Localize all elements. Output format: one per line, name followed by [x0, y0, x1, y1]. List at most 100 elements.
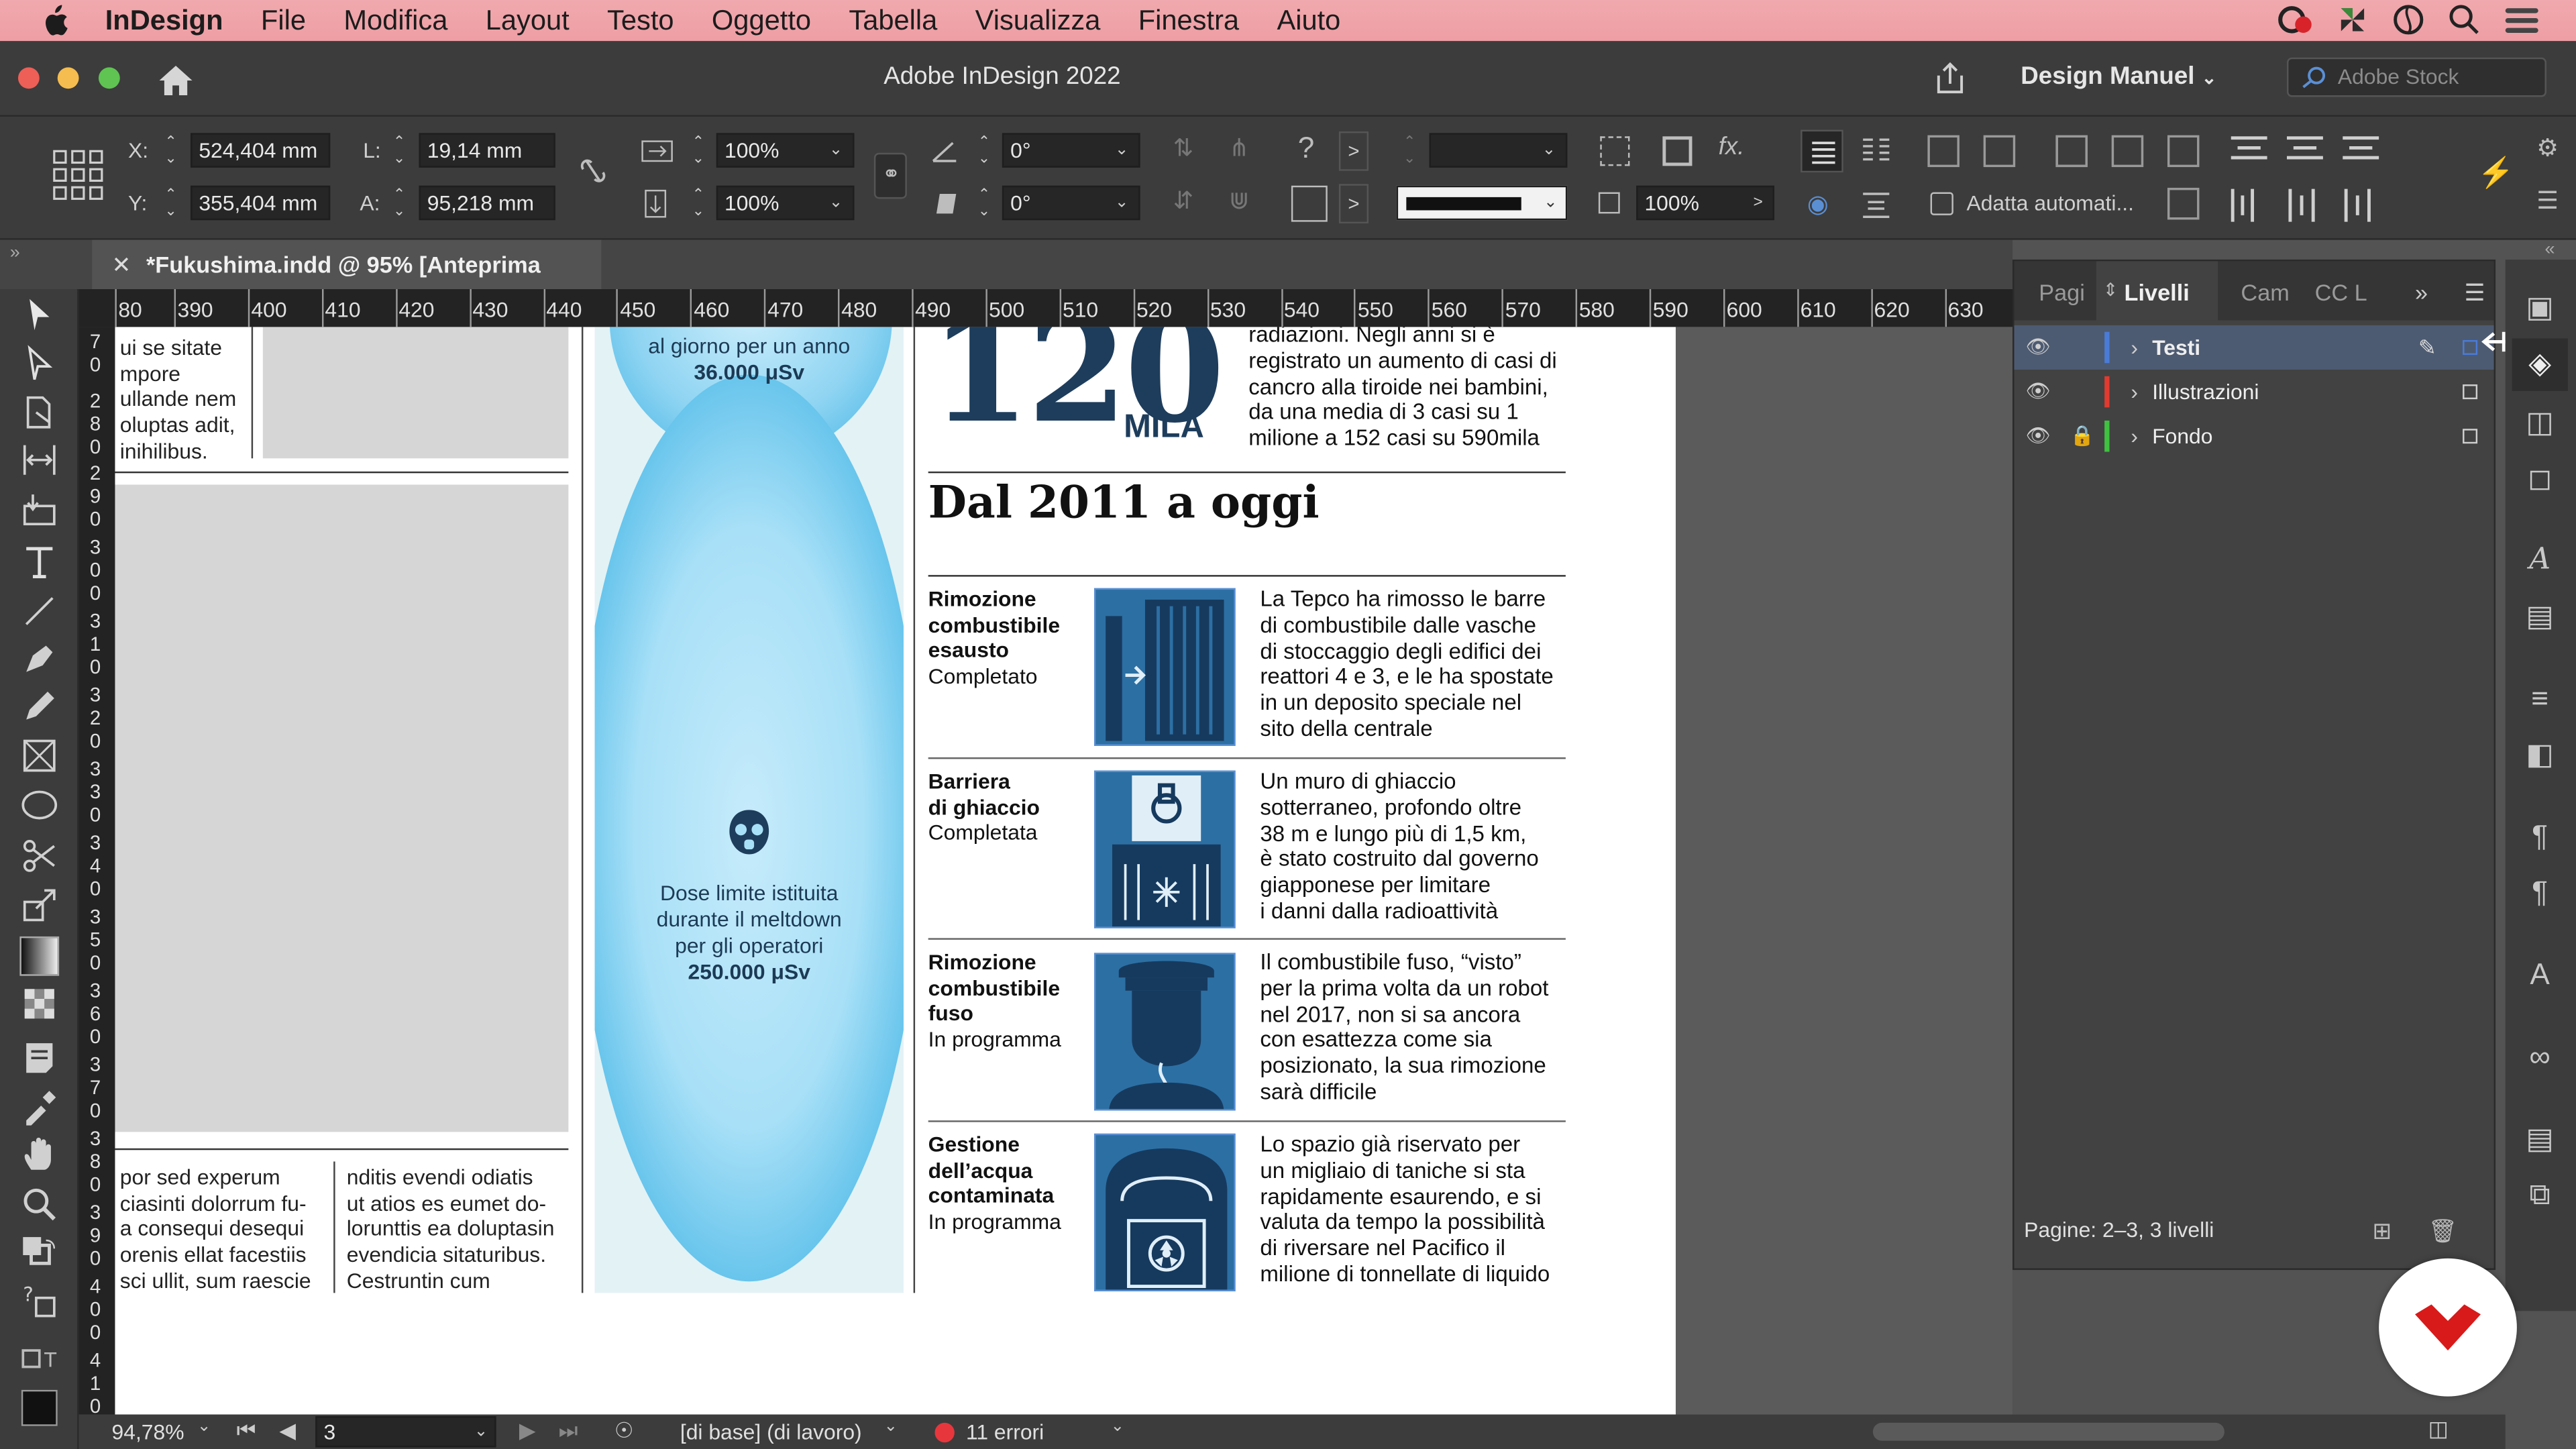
y-field[interactable]: 355,404 mm	[191, 185, 331, 221]
lock-icon[interactable]: 🔒	[2070, 414, 2095, 458]
menu-finestra[interactable]: Finestra	[1138, 4, 1239, 37]
row-1-illustration[interactable]	[1094, 588, 1236, 746]
constrain-proportions-icon[interactable]	[578, 156, 608, 186]
chevron-down-icon[interactable]: ⌄	[1544, 187, 1558, 219]
scale-x-stepper[interactable]: ⌃ ⌄	[688, 133, 708, 167]
ruler-origin[interactable]	[78, 289, 115, 327]
pasteboard[interactable]	[1675, 327, 2013, 1415]
gradient-feather-tool-icon[interactable]	[19, 984, 59, 1024]
scissors-tool-icon[interactable]	[19, 837, 59, 876]
chevron-down-icon[interactable]: ⌄	[197, 1417, 211, 1436]
chevron-down-icon[interactable]: ⌄	[884, 1417, 898, 1436]
scale-y-field[interactable]: 100% ⌄	[716, 185, 855, 221]
links-panel-icon[interactable]: ◻	[2522, 460, 2558, 496]
layer-select-square[interactable]	[2463, 339, 2478, 355]
preflight-profile[interactable]: [di base] (di lavoro)	[680, 1419, 862, 1444]
opacity-field[interactable]: 100% >	[1636, 185, 1774, 221]
close-icon[interactable]: ✕	[112, 240, 131, 289]
row-4-title[interactable]: Gestione dell’acqua contaminata In program…	[928, 1132, 1061, 1235]
tab-fields[interactable]: Cam	[2241, 279, 2289, 305]
auto-fit-frame-icon[interactable]	[2165, 186, 2202, 222]
more-tabs-icon[interactable]: »	[2415, 279, 2428, 305]
previous-page-icon[interactable]: ◀	[279, 1417, 295, 1444]
stroke-weight-stepper[interactable]: ⌃ ⌄	[1400, 133, 1419, 167]
zoom-level[interactable]: 94,78%	[112, 1419, 184, 1444]
image-placeholder-top[interactable]	[262, 327, 569, 459]
intro-text[interactable]: radiazioni. Negli anni si è registrato u…	[1248, 327, 1577, 451]
fill-stroke-swap-icon[interactable]	[19, 1234, 59, 1273]
menu-oggetto[interactable]: Oggetto	[712, 4, 811, 37]
panel-menu-icon[interactable]: ☰	[2464, 279, 2485, 307]
chevron-down-icon[interactable]: ⌄	[1111, 1417, 1125, 1436]
y-stepper[interactable]: ⌃ ⌄	[161, 186, 180, 220]
eyedropper-tool-icon[interactable]	[19, 1087, 59, 1127]
gradient-panel-icon[interactable]: ◧	[2522, 736, 2558, 772]
vertical-ruler[interactable]: 70 280 290 300 310 320 330 340 350 360 370 380 390 40…	[78, 327, 115, 1417]
hyperlinks-icon[interactable]: ∞	[2522, 1038, 2558, 1075]
text-wrap-icon[interactable]: ◉	[1807, 189, 1829, 219]
bottom-column-2-text[interactable]: nditis evendi odiatis ut atios es eumet …	[347, 1165, 555, 1293]
preflight-errors[interactable]: 11 errori	[966, 1419, 1044, 1444]
stroke-panel-icon[interactable]: ≡	[2522, 680, 2558, 716]
rotate-field[interactable]: 0° ⌄	[1002, 133, 1140, 168]
tab-pages[interactable]: Pagi	[2039, 279, 2085, 305]
x-field[interactable]: 524,404 mm	[191, 133, 331, 168]
row-3-title[interactable]: Rimozione combustibile fuso In programma	[928, 950, 1061, 1053]
left-column-text[interactable]: ui se sitate mpore ullande nem oluptas a…	[120, 335, 236, 464]
page-tool-icon[interactable]	[19, 392, 59, 432]
menu-visualizza[interactable]: Visualizza	[975, 4, 1101, 37]
chevron-down-icon[interactable]: ⌄	[474, 1417, 488, 1446]
document-tab[interactable]: ✕ *Fukushima.indd @ 95% [Anteprima GPU]	[92, 239, 602, 327]
menu-modifica[interactable]: Modifica	[343, 4, 447, 37]
horizontal-scrollbar[interactable]	[1872, 1422, 2224, 1441]
paragraph-styles-icon[interactable]: ¶	[2522, 818, 2558, 855]
visibility-eye-icon[interactable]: 👁	[2026, 370, 2051, 414]
flip-vertical-icon[interactable]: ⇅	[1173, 133, 1194, 163]
layer-row-fondo[interactable]: 👁 🔒 › Fondo	[2014, 414, 2493, 458]
gap-tool-icon[interactable]	[19, 440, 59, 480]
collapse-panels-icon[interactable]: «	[2545, 240, 2555, 260]
ellipse-tool-icon[interactable]	[19, 786, 59, 825]
distribute-icons[interactable]	[2228, 186, 2385, 225]
chevron-right-icon[interactable]: ›	[2131, 414, 2138, 458]
pencil-tool-icon[interactable]	[19, 687, 59, 727]
x-stepper[interactable]: ⌃ ⌄	[161, 133, 180, 167]
tab-layers[interactable]: Livelli	[2125, 279, 2190, 305]
align-left-button[interactable]	[1801, 129, 1843, 173]
next-option-button-2[interactable]: >	[1338, 184, 1369, 224]
width-field[interactable]: 19,14 mm	[419, 133, 555, 168]
pinwheel-icon[interactable]	[2336, 3, 2369, 36]
preflight-profile-icon[interactable]: ☉	[614, 1417, 634, 1444]
apply-container-icon[interactable]: T	[19, 1340, 59, 1380]
type-tool-icon[interactable]	[19, 542, 59, 582]
note-tool-icon[interactable]	[19, 1038, 59, 1078]
vertical-justify-icon[interactable]	[1862, 189, 1891, 219]
pen-tool-icon[interactable]	[19, 639, 59, 679]
gradient-tool-icon[interactable]	[19, 936, 60, 976]
bottom-column-1-text[interactable]: por sed experum ciasinti dolorrum fu- a …	[120, 1165, 311, 1293]
menu-testo[interactable]: Testo	[607, 4, 674, 37]
scale-link-button[interactable]: ⚭	[873, 152, 907, 199]
selection-tool-icon[interactable]	[19, 296, 59, 335]
free-transform-tool-icon[interactable]	[19, 885, 59, 925]
line-tool-icon[interactable]	[19, 592, 59, 631]
row-2-text[interactable]: Un muro di ghiaccio sotterraneo, profondo…	[1260, 769, 1572, 924]
height-stepper[interactable]: ⌃ ⌄	[389, 186, 409, 220]
share-icon[interactable]	[1932, 61, 1968, 97]
layers-icon[interactable]: ◈	[2522, 345, 2558, 381]
trash-icon[interactable]: 🗑	[2428, 1209, 2458, 1252]
rotate-stepper[interactable]: ⌃ ⌄	[974, 133, 994, 167]
hand-tool-icon[interactable]	[19, 1135, 59, 1175]
pages-icon[interactable]: ◫	[2522, 404, 2558, 440]
shear-stepper[interactable]: ⌃ ⌄	[974, 186, 994, 220]
row-3-illustration[interactable]	[1094, 953, 1236, 1111]
visibility-eye-icon[interactable]: 👁	[2026, 414, 2051, 458]
shear-field[interactable]: 0° ⌄	[1002, 185, 1140, 221]
creative-cloud-icon[interactable]	[2277, 3, 2313, 36]
workspace-switcher[interactable]: Design Manuel ⌄	[2021, 62, 2216, 91]
new-layer-icon[interactable]: ⊞	[2372, 1209, 2392, 1252]
layer-row-testi[interactable]: 👁 › Testi ✎	[2014, 325, 2494, 370]
text-wrap-panel-icon[interactable]: ▤	[2522, 598, 2558, 634]
zoom-tool-icon[interactable]	[19, 1185, 59, 1224]
stroke-frame-icon[interactable]	[1662, 136, 1693, 166]
